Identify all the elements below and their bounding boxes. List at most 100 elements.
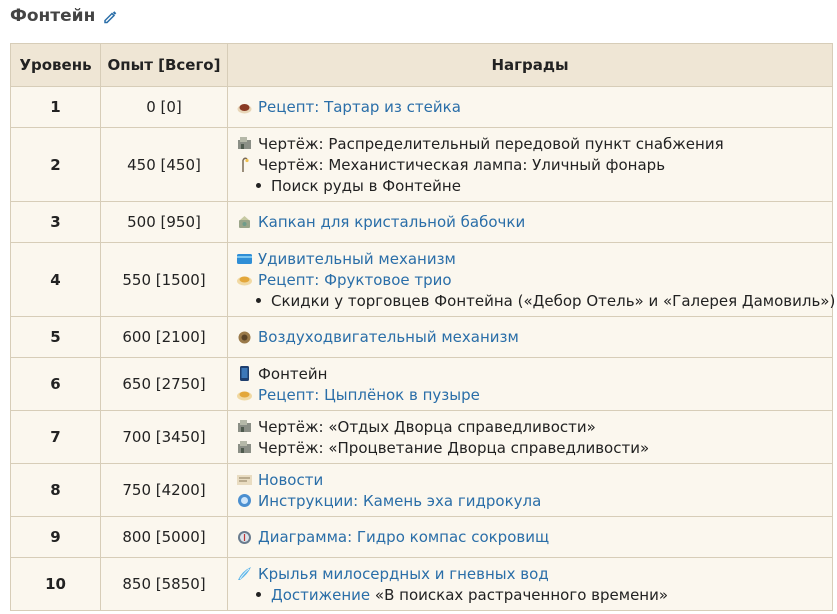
header-level: Уровень: [10, 43, 101, 87]
reward-item: Инструкции: Камень эха гидрокула: [236, 490, 824, 511]
dish-plate-icon: [236, 386, 253, 403]
reward-bullet-text: «В поисках растраченного времени»: [370, 585, 669, 604]
level-cell: 2: [10, 127, 101, 202]
rewards-cell: Капкан для кристальной бабочки: [227, 201, 833, 243]
table-row: 10 [0] Рецепт: Тартар из стейка: [10, 86, 833, 128]
reward-item: Воздуходвигательный механизм: [236, 327, 824, 348]
reward-bullet-text: Поиск руды в Фонтейне: [271, 176, 461, 195]
reward-item: Чертёж: Распределительный передовой пунк…: [236, 133, 824, 154]
exp-cell: 650 [2750]: [100, 357, 228, 411]
level-cell: 1: [10, 86, 101, 128]
reward-link[interactable]: Рецепт: Фруктовое трио: [258, 271, 452, 289]
level-cell: 4: [10, 242, 101, 317]
header-exp: Опыт [Всего]: [100, 43, 228, 87]
reward-item: Фонтейн: [236, 363, 824, 384]
level-cell: 6: [10, 357, 101, 411]
reward-item: Чертёж: «Отдых Дворца справедливости»: [236, 416, 824, 437]
rewards-cell: Новости Инструкции: Камень эха гидрокула: [227, 463, 833, 517]
blueprint-building-icon: [236, 135, 253, 152]
reward-bullet: Поиск руды в Фонтейне: [236, 175, 824, 196]
reward-item: Новости: [236, 469, 824, 490]
wings-icon: [236, 565, 253, 582]
blueprint-building-icon: [236, 439, 253, 456]
reward-item: Крылья милосердных и гневных вод: [236, 563, 824, 584]
level-cell: 7: [10, 410, 101, 464]
reward-bullet: Достижение «В поисках растраченного врем…: [236, 584, 824, 605]
table-row: 10 850 [5850] Крылья милосердных и гневных…: [10, 557, 833, 611]
table-row: 9 800 [5000] Диаграмма: Гидро компас сокро…: [10, 516, 833, 558]
table-row: 3 500 [950] Капкан для кристальной бабочки: [10, 201, 833, 243]
section-title: Фонтейн: [10, 6, 96, 26]
reward-link[interactable]: Рецепт: Цыплёнок в пузыре: [258, 386, 480, 404]
exp-cell: 500 [950]: [100, 201, 228, 243]
reward-item: Удивительный механизм: [236, 248, 824, 269]
level-cell: 5: [10, 316, 101, 358]
news-icon: [236, 471, 253, 488]
dish-plate-icon: [236, 271, 253, 288]
table-row: 2 450 [450] Чертёж: Распределительный пере…: [10, 127, 833, 202]
header-rewards: Награды: [227, 43, 833, 87]
reward-text: Чертёж: Механистическая лампа: Уличный ф…: [258, 155, 666, 174]
reward-link[interactable]: Удивительный механизм: [258, 250, 456, 268]
reward-item: Рецепт: Фруктовое трио: [236, 269, 824, 290]
table-row: 5 600 [2100] Воздуходвигательный механизм: [10, 316, 833, 358]
exp-cell: 700 [3450]: [100, 410, 228, 464]
reward-link[interactable]: Крылья милосердных и гневных вод: [258, 565, 549, 583]
level-cell: 8: [10, 463, 101, 517]
reward-link[interactable]: Капкан для кристальной бабочки: [258, 213, 525, 231]
reward-text: Чертёж: «Отдых Дворца справедливости»: [258, 417, 596, 436]
reward-link[interactable]: Диаграмма: Гидро компас сокровищ: [258, 528, 549, 546]
reward-link[interactable]: Рецепт: Тартар из стейка: [258, 98, 461, 116]
reward-item: Рецепт: Тартар из стейка: [236, 97, 824, 118]
rewards-cell: Чертёж: Распределительный передовой пунк…: [227, 127, 833, 202]
reward-item: Диаграмма: Гидро компас сокровищ: [236, 527, 824, 548]
reward-item: Рецепт: Цыплёнок в пузыре: [236, 384, 824, 405]
bullet-icon: [256, 592, 261, 597]
edit-icon[interactable]: [103, 9, 117, 24]
rewards-table: Уровень Опыт [Всего] Награды 10 [0] Рецеп…: [10, 43, 835, 611]
section-heading: Фонтейн: [10, 4, 117, 28]
blueprint-building-icon: [236, 418, 253, 435]
rewards-cell: Рецепт: Тартар из стейка: [227, 86, 833, 128]
reward-link[interactable]: Воздуходвигательный механизм: [258, 328, 519, 346]
achievement-link[interactable]: Достижение: [271, 586, 370, 604]
exp-cell: 750 [4200]: [100, 463, 228, 517]
rewards-cell: Чертёж: «Отдых Дворца справедливости» Чер…: [227, 410, 833, 464]
table-row: 7 700 [3450] Чертёж: «Отдых Дворца справед…: [10, 410, 833, 464]
reward-item: Чертёж: Механистическая лампа: Уличный ф…: [236, 154, 824, 175]
level-cell: 10: [10, 557, 101, 611]
exp-cell: 850 [5850]: [100, 557, 228, 611]
compass-icon: [236, 529, 253, 546]
bullet-icon: [256, 298, 261, 303]
level-cell: 3: [10, 201, 101, 243]
reward-link[interactable]: Инструкции: Камень эха гидрокула: [258, 492, 541, 510]
reward-text: Фонтейн: [258, 364, 328, 383]
table-header-row: Уровень Опыт [Всего] Награды: [10, 43, 833, 87]
exp-cell: 450 [450]: [100, 127, 228, 202]
rewards-cell: Диаграмма: Гидро компас сокровищ: [227, 516, 833, 558]
exp-cell: 550 [1500]: [100, 242, 228, 317]
dish-icon: [236, 99, 253, 116]
stone-icon: [236, 492, 253, 509]
reward-item: Капкан для кристальной бабочки: [236, 212, 824, 233]
rewards-cell: Фонтейн Рецепт: Цыплёнок в пузыре: [227, 357, 833, 411]
reward-bullet: Скидки у торговцев Фонтейна («Дебор Отел…: [236, 290, 835, 311]
reward-text: Чертёж: «Процветание Дворца справедливос…: [258, 438, 650, 457]
gear-icon: [236, 329, 253, 346]
table-row: 8 750 [4200] Новости Инструкции: Камень эха…: [10, 463, 833, 517]
table-row: 4 550 [1500] Удивительный механизм Рецепт: …: [10, 242, 835, 317]
rewards-cell: Удивительный механизм Рецепт: Фруктовое т…: [227, 242, 835, 317]
bullet-icon: [256, 183, 261, 188]
rewards-cell: Крылья милосердных и гневных вод Достижен…: [227, 557, 833, 611]
reward-text: Чертёж: Распределительный передовой пунк…: [258, 134, 724, 153]
exp-cell: 0 [0]: [100, 86, 228, 128]
level-cell: 9: [10, 516, 101, 558]
card-icon: [236, 250, 253, 267]
trap-icon: [236, 214, 253, 231]
namecard-icon: [236, 365, 253, 382]
rewards-cell: Воздуходвигательный механизм: [227, 316, 833, 358]
table-row: 6 650 [2750] Фонтейн Рецепт: Цыплёнок в пуз…: [10, 357, 833, 411]
reward-link[interactable]: Новости: [258, 471, 323, 489]
reward-bullet-text: Скидки у торговцев Фонтейна («Дебор Отел…: [271, 291, 836, 310]
lamp-icon: [236, 156, 253, 173]
